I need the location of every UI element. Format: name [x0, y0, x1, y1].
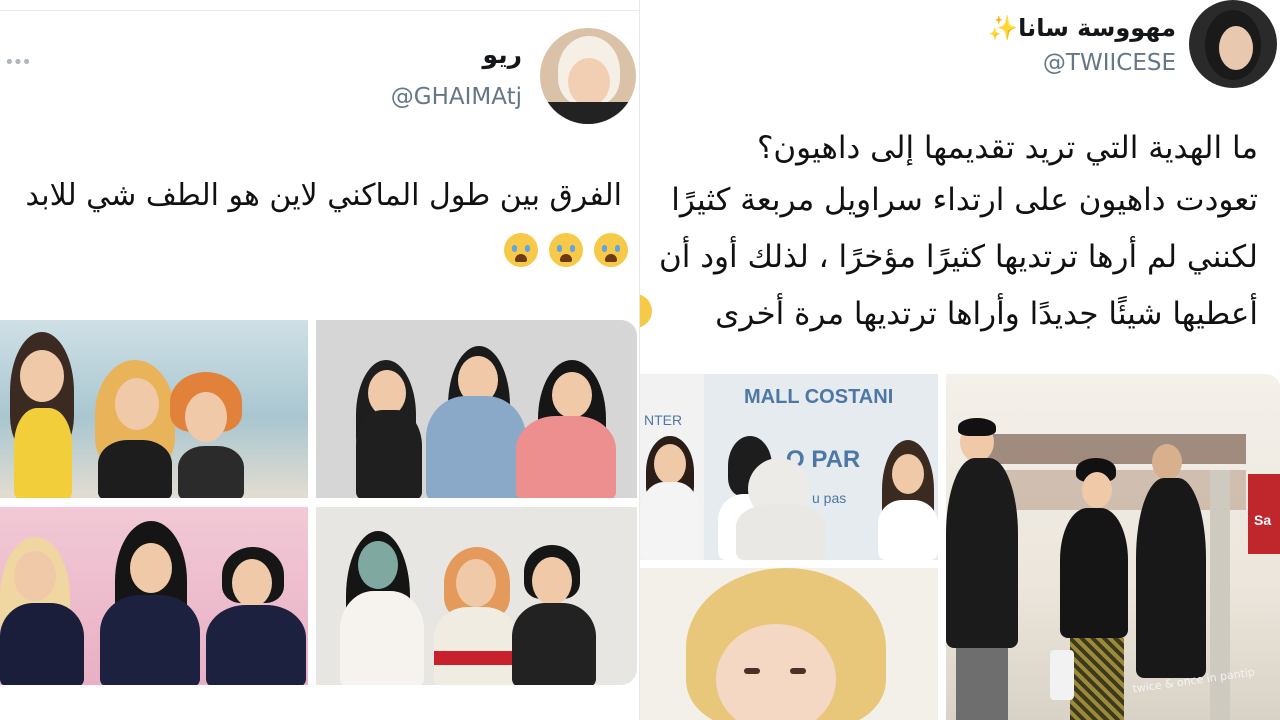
tweet-text-line-1: ما الهدية التي تريد تقديمها إلى داهيون؟	[756, 130, 1258, 166]
handle[interactable]: @GHAIMAtj	[391, 84, 522, 110]
handle[interactable]: @TWIICESE	[1043, 50, 1176, 76]
photo-store[interactable]: Sa twice & once in pantip	[946, 374, 1280, 720]
avatar[interactable]	[540, 28, 636, 124]
mall-sign-pass: u pas	[812, 490, 847, 506]
tweet-text: الفرق بين طول الماكني لاين هو الطف شي لل…	[25, 178, 622, 213]
avatar[interactable]	[1189, 0, 1277, 88]
top-divider	[0, 10, 640, 11]
photo-mall[interactable]: NTER MALL COSTANI O PAR u pas	[640, 374, 938, 560]
photo-portrait[interactable]	[640, 568, 938, 720]
mall-sign-fragment: NTER	[644, 412, 683, 428]
store-sign: Sa	[1254, 512, 1272, 528]
photo-beach[interactable]	[0, 320, 308, 498]
display-name[interactable]: ريو	[483, 40, 522, 69]
emoji-row	[498, 233, 628, 267]
more-options-icon[interactable]: •••	[4, 52, 32, 73]
loudly-crying-face-icon	[594, 233, 628, 267]
left-tweet-panel: ••• ريو @GHAIMAtj الفرق بين طول الماكني …	[0, 0, 640, 720]
photo-salute[interactable]	[316, 320, 637, 498]
photo-costumes[interactable]	[316, 507, 637, 685]
tweet-text-line-2: تعودت داهيون على ارتداء سراويل مربعة كثي…	[671, 182, 1258, 218]
photo-grid[interactable]: NTER MALL COSTANI O PAR u pas Sa twice &…	[640, 374, 1280, 720]
photo-stage[interactable]	[0, 507, 308, 685]
loudly-crying-face-icon	[548, 233, 583, 267]
tweet-text-line-3: لكنني لم أرها ترتديها كثيرًا مؤخرًا ، لذ…	[659, 239, 1258, 275]
photo-grid[interactable]	[0, 320, 637, 685]
right-tweet-panel: مهووسة سانا✨ @TWIICESE ما الهدية التي تر…	[640, 0, 1280, 720]
mall-sign: MALL COSTANI	[744, 386, 894, 408]
sparkles-icon: ✨	[988, 14, 1019, 42]
tweet-text-line-4: أعطيها شيئًا جديدًا وأراها ترتديها مرة أ…	[715, 296, 1258, 332]
loudly-crying-face-icon	[503, 233, 538, 267]
loudly-crying-face-icon	[640, 294, 652, 328]
display-name[interactable]: مهووسة سانا✨	[988, 14, 1176, 42]
